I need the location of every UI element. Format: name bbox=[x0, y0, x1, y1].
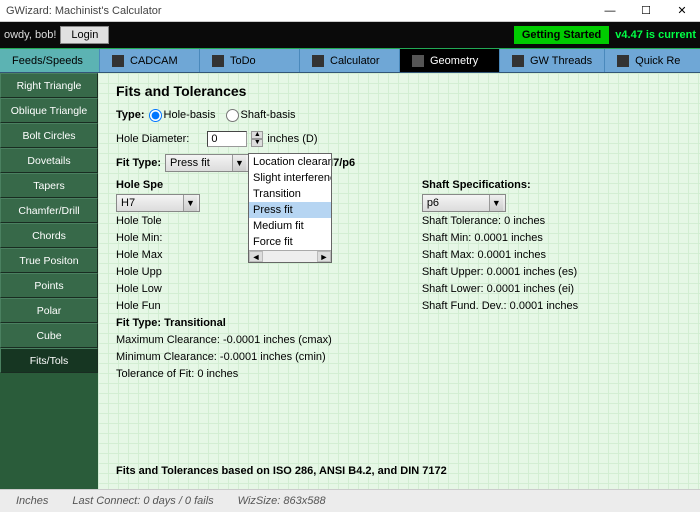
dropdown-option[interactable]: Transition bbox=[249, 186, 331, 202]
sidebar: Right Triangle Oblique Triangle Bolt Cir… bbox=[0, 73, 98, 489]
tab-geometry[interactable]: Geometry bbox=[400, 49, 500, 72]
max-clearance: Maximum Clearance: -0.0001 inches (cmax) bbox=[116, 334, 332, 346]
status-size: WizSize: 863x588 bbox=[238, 495, 326, 507]
greeting: owdy, bob! bbox=[4, 29, 56, 41]
status-connect: Last Connect: 0 days / 0 fails bbox=[72, 495, 213, 507]
radio-hole-basis[interactable]: Hole-basis bbox=[149, 109, 216, 122]
sidebar-item-right-triangle[interactable]: Right Triangle bbox=[0, 73, 98, 98]
fit-type-dropdown[interactable]: Location clearan Slight interferenc Tran… bbox=[248, 153, 332, 263]
dropdown-option-selected[interactable]: Press fit bbox=[249, 202, 331, 218]
getting-started-button[interactable]: Getting Started bbox=[514, 26, 609, 44]
version-label: v4.47 is current bbox=[615, 29, 696, 41]
content-panel: Fits and Tolerances Type: Hole-basis Sha… bbox=[98, 73, 700, 489]
maximize-button[interactable]: ☐ bbox=[628, 0, 664, 22]
hole-spec-label: Hole Spe bbox=[116, 179, 163, 191]
hole-diameter-input[interactable] bbox=[207, 131, 247, 147]
based-on-note: Fits and Tolerances based on ISO 286, AN… bbox=[116, 465, 447, 477]
topbar: owdy, bob! Login Getting Started v4.47 i… bbox=[0, 22, 700, 48]
tab-quick[interactable]: Quick Re bbox=[605, 49, 700, 72]
type-label: Type: bbox=[116, 109, 145, 121]
dropdown-option[interactable]: Medium fit bbox=[249, 218, 331, 234]
shaft-lower: Shaft Lower: 0.0001 inches (ei) bbox=[422, 283, 574, 295]
fit-type-result: Fit Type: Transitional bbox=[116, 317, 226, 329]
sidebar-item-oblique-triangle[interactable]: Oblique Triangle bbox=[0, 98, 98, 123]
sidebar-item-tapers[interactable]: Tapers bbox=[0, 173, 98, 198]
tab-gw-threads[interactable]: GW Threads bbox=[500, 49, 605, 72]
hole-min-line: Hole Min: bbox=[116, 232, 162, 244]
tab-calculator[interactable]: Calculator bbox=[300, 49, 400, 72]
hole-fund-line: Hole Fun bbox=[116, 300, 161, 312]
shaft-fund: Shaft Fund. Dev.: 0.0001 inches bbox=[422, 300, 578, 312]
login-button[interactable]: Login bbox=[60, 26, 109, 44]
sidebar-item-points[interactable]: Points bbox=[0, 273, 98, 298]
tab-feeds-speeds[interactable]: Feeds/Speeds bbox=[0, 49, 100, 72]
scroll-left-icon[interactable]: ◄ bbox=[249, 251, 263, 262]
page-title: Fits and Tolerances bbox=[116, 83, 682, 99]
status-bar: Inches Last Connect: 0 days / 0 fails Wi… bbox=[0, 489, 700, 512]
chevron-down-icon: ▼ bbox=[183, 195, 197, 211]
dropdown-scrollbar[interactable]: ◄► bbox=[249, 250, 331, 262]
titlebar: GWizard: Machinist's Calculator — ☐ ✕ bbox=[0, 0, 700, 22]
close-button[interactable]: ✕ bbox=[664, 0, 700, 22]
hole-lower-line: Hole Low bbox=[116, 283, 162, 295]
window-title: GWizard: Machinist's Calculator bbox=[6, 5, 162, 17]
dropdown-option[interactable]: Slight interferenc bbox=[249, 170, 331, 186]
tolerance-of-fit: Tolerance of Fit: 0 inches bbox=[116, 368, 238, 380]
chevron-down-icon: ▼ bbox=[232, 155, 246, 171]
sidebar-item-polar[interactable]: Polar bbox=[0, 298, 98, 323]
chevron-down-icon: ▼ bbox=[489, 195, 503, 211]
shaft-spec-column: Shaft Specifications: p6▼ Shaft Toleranc… bbox=[422, 177, 622, 383]
hole-grade-combo[interactable]: H7▼ bbox=[116, 194, 200, 212]
minimize-button[interactable]: — bbox=[592, 0, 628, 22]
scroll-right-icon[interactable]: ► bbox=[317, 251, 331, 262]
shaft-spec-label: Shaft Specifications: bbox=[422, 179, 531, 191]
calculator-icon bbox=[312, 55, 324, 67]
hole-tol-line: Hole Tole bbox=[116, 215, 162, 227]
hole-upper-line: Hole Upp bbox=[116, 266, 162, 278]
geometry-icon bbox=[412, 55, 424, 67]
sidebar-item-dovetails[interactable]: Dovetails bbox=[0, 148, 98, 173]
hole-diameter-unit: inches (D) bbox=[267, 133, 317, 145]
cadcam-icon bbox=[112, 55, 124, 67]
dropdown-option[interactable]: Location clearan bbox=[249, 154, 331, 170]
hole-max-line: Hole Max bbox=[116, 249, 162, 261]
fit-type-combo[interactable]: Press fit▼ bbox=[165, 154, 249, 172]
tab-todo[interactable]: ToDo bbox=[200, 49, 300, 72]
dropdown-option[interactable]: Force fit bbox=[249, 234, 331, 250]
sidebar-item-bolt-circles[interactable]: Bolt Circles bbox=[0, 123, 98, 148]
threads-icon bbox=[512, 55, 524, 67]
fit-type-label: Fit Type: bbox=[116, 157, 161, 169]
hole-diameter-label: Hole Diameter: bbox=[116, 133, 189, 145]
shaft-min: Shaft Min: 0.0001 inches bbox=[422, 232, 543, 244]
sidebar-item-chords[interactable]: Chords bbox=[0, 223, 98, 248]
quick-icon bbox=[617, 55, 629, 67]
shaft-tol: Shaft Tolerance: 0 inches bbox=[422, 215, 545, 227]
min-clearance: Minimum Clearance: -0.0001 inches (cmin) bbox=[116, 351, 326, 363]
shaft-upper: Shaft Upper: 0.0001 inches (es) bbox=[422, 266, 577, 278]
shaft-max: Shaft Max: 0.0001 inches bbox=[422, 249, 546, 261]
sidebar-item-cube[interactable]: Cube bbox=[0, 323, 98, 348]
sidebar-item-chamfer-drill[interactable]: Chamfer/Drill bbox=[0, 198, 98, 223]
sidebar-item-true-position[interactable]: True Positon bbox=[0, 248, 98, 273]
radio-shaft-basis[interactable]: Shaft-basis bbox=[226, 109, 296, 122]
status-units: Inches bbox=[16, 495, 48, 507]
todo-icon bbox=[212, 55, 224, 67]
main-tabs: Feeds/Speeds CADCAM ToDo Calculator Geom… bbox=[0, 48, 700, 73]
sidebar-item-fits-tols[interactable]: Fits/Tols bbox=[0, 348, 98, 373]
shaft-grade-combo[interactable]: p6▼ bbox=[422, 194, 506, 212]
hole-diameter-spinner[interactable]: ▲▼ bbox=[251, 131, 263, 147]
tab-cadcam[interactable]: CADCAM bbox=[100, 49, 200, 72]
window-buttons: — ☐ ✕ bbox=[592, 0, 700, 22]
